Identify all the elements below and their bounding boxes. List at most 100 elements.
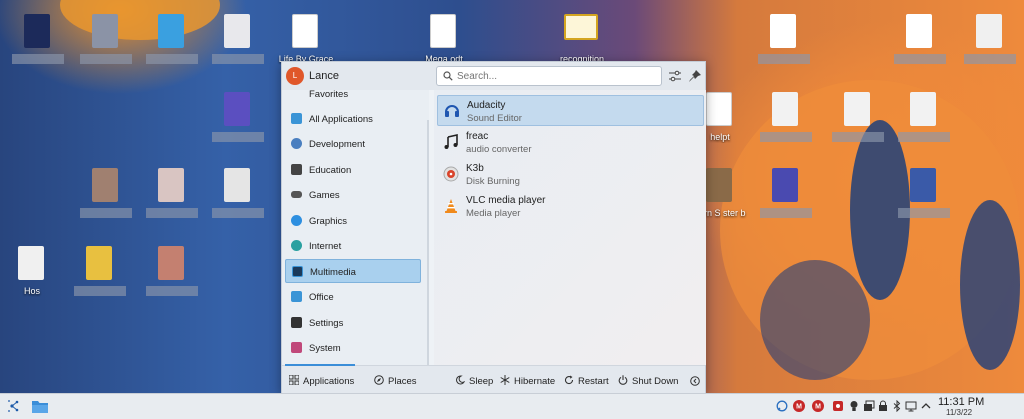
category-label: Internet bbox=[309, 241, 342, 252]
desktop-icon-document[interactable] bbox=[890, 14, 950, 84]
gallery-icon[interactable] bbox=[863, 400, 875, 412]
desktop-icon-blurred[interactable] bbox=[208, 92, 268, 162]
app-item-freac[interactable]: freac audio converter bbox=[437, 127, 704, 158]
sidebar-scrollbar[interactable] bbox=[427, 120, 429, 365]
sidebar-item-games[interactable]: Games bbox=[285, 183, 421, 207]
restart-button[interactable]: Restart bbox=[564, 375, 609, 389]
power-icon bbox=[618, 375, 628, 385]
tab-places[interactable]: Places bbox=[374, 375, 417, 389]
clock-time[interactable]: 11:31 PM bbox=[938, 396, 984, 408]
hibernate-icon bbox=[500, 375, 510, 385]
sidebar-item-multimedia[interactable]: Multimedia bbox=[285, 259, 421, 283]
desktop-icon-blurred[interactable] bbox=[208, 168, 268, 238]
desktop-icon-blurred[interactable] bbox=[828, 92, 888, 162]
desktop-icon-blurred[interactable] bbox=[756, 92, 816, 162]
filter-icon[interactable] bbox=[668, 69, 682, 83]
k3b-icon bbox=[443, 166, 459, 182]
globe-icon bbox=[291, 240, 302, 251]
star-icon bbox=[291, 90, 302, 99]
desktop-icon-blurred[interactable] bbox=[756, 168, 816, 238]
more-options-icon[interactable] bbox=[690, 376, 700, 386]
grid-icon bbox=[291, 113, 302, 124]
user-name: Lance bbox=[309, 70, 339, 82]
shutdown-button[interactable]: Shut Down bbox=[618, 375, 678, 389]
sleep-button[interactable]: Sleep bbox=[455, 375, 493, 389]
office-icon bbox=[291, 291, 302, 302]
app-description: Media player bbox=[466, 208, 521, 219]
chat-icon[interactable] bbox=[776, 400, 788, 412]
multimedia-icon bbox=[292, 266, 303, 277]
pin-icon[interactable] bbox=[688, 69, 702, 83]
show-desktop-button[interactable] bbox=[1014, 398, 1022, 414]
mail-m-icon[interactable]: M bbox=[812, 400, 824, 412]
sidebar-item-favorites[interactable]: Favorites bbox=[285, 90, 421, 106]
hibernate-button[interactable]: Hibernate bbox=[500, 375, 555, 389]
clock-date[interactable]: 11/3/22 bbox=[946, 408, 972, 417]
desktop-icon-document[interactable] bbox=[960, 14, 1020, 84]
sidebar-item-all-applications[interactable]: All Applications bbox=[285, 107, 421, 131]
category-label: Favorites bbox=[309, 90, 349, 100]
mail-m-icon[interactable]: M bbox=[793, 400, 805, 412]
tab-applications[interactable]: Applications bbox=[289, 375, 354, 389]
lightbulb-icon[interactable] bbox=[848, 400, 860, 412]
sidebar-item-system[interactable]: System bbox=[285, 336, 421, 360]
sidebar-item-graphics[interactable]: Graphics bbox=[285, 209, 421, 233]
app-item-k3b[interactable]: K3b Disk Burning bbox=[437, 159, 704, 190]
desktop-icon-blurred[interactable] bbox=[894, 168, 954, 238]
expand-tray-icon[interactable] bbox=[920, 400, 932, 412]
desktop-icon-blurred[interactable] bbox=[142, 168, 202, 238]
lock-icon[interactable] bbox=[877, 400, 889, 412]
category-label: Office bbox=[309, 292, 334, 303]
display-icon[interactable] bbox=[905, 400, 917, 412]
education-icon bbox=[291, 164, 302, 175]
tab-label: Applications bbox=[303, 376, 355, 387]
category-label: Games bbox=[309, 190, 340, 201]
launcher-footer: Applications Places Sleep Hibernate Rest… bbox=[282, 364, 705, 394]
category-label: System bbox=[309, 343, 341, 354]
graphics-icon bbox=[291, 215, 302, 226]
desktop-icon-blurred[interactable] bbox=[8, 14, 68, 84]
category-label: Settings bbox=[309, 318, 344, 329]
button-label: Restart bbox=[578, 376, 609, 387]
sidebar-item-education[interactable]: Education bbox=[285, 158, 421, 182]
sidebar-item-internet[interactable]: Internet bbox=[285, 234, 421, 258]
sidebar-item-settings[interactable]: Settings bbox=[285, 311, 421, 335]
tab-label: Places bbox=[388, 376, 417, 387]
bluetooth-icon[interactable] bbox=[891, 400, 903, 412]
desktop-icon-blurred[interactable] bbox=[208, 14, 268, 84]
button-label: Hibernate bbox=[514, 376, 556, 387]
app-item-vlc[interactable]: VLC media player Media player bbox=[437, 191, 704, 222]
desktop-icon-blurred[interactable] bbox=[76, 14, 136, 84]
desktop-icon-blurred[interactable] bbox=[70, 246, 130, 316]
app-name: K3b bbox=[466, 163, 484, 174]
development-icon bbox=[291, 138, 302, 149]
application-launcher-icon[interactable] bbox=[7, 399, 21, 413]
grid-icon bbox=[289, 375, 299, 385]
vlc-cone-icon bbox=[445, 199, 457, 213]
moon-icon bbox=[456, 375, 465, 385]
desktop-icon-blurred[interactable] bbox=[142, 14, 202, 84]
desktop-icon-document[interactable] bbox=[754, 14, 814, 84]
category-label: Education bbox=[309, 165, 352, 176]
settings-icon bbox=[291, 317, 302, 328]
desktop-icon-blurred[interactable] bbox=[894, 92, 954, 162]
svg-text:M: M bbox=[815, 404, 821, 411]
desktop-icon-blurred[interactable] bbox=[142, 246, 202, 316]
category-label: All Applications bbox=[309, 114, 373, 125]
app-item-audacity[interactable]: Audacity Sound Editor bbox=[437, 95, 704, 126]
notification-badge-icon[interactable] bbox=[832, 400, 844, 412]
sidebar-item-development[interactable]: Development bbox=[285, 132, 421, 156]
avatar[interactable]: L bbox=[286, 67, 304, 85]
desktop-icon-blurred[interactable] bbox=[76, 168, 136, 238]
taskbar: M M 11:31 PM 11/3/22 bbox=[0, 393, 1024, 419]
app-name: freac bbox=[466, 131, 489, 142]
system-icon bbox=[291, 342, 302, 353]
application-launcher: L Lance Favorites All Applications bbox=[281, 61, 706, 394]
sidebar-item-office[interactable]: Office bbox=[285, 285, 421, 309]
folder-icon[interactable] bbox=[31, 398, 49, 414]
search-input[interactable] bbox=[457, 69, 657, 83]
desktop-icon-document[interactable]: Hos bbox=[2, 246, 62, 316]
search-field[interactable] bbox=[436, 66, 662, 86]
button-label: Sleep bbox=[469, 376, 494, 387]
launcher-header: L Lance bbox=[282, 62, 705, 90]
